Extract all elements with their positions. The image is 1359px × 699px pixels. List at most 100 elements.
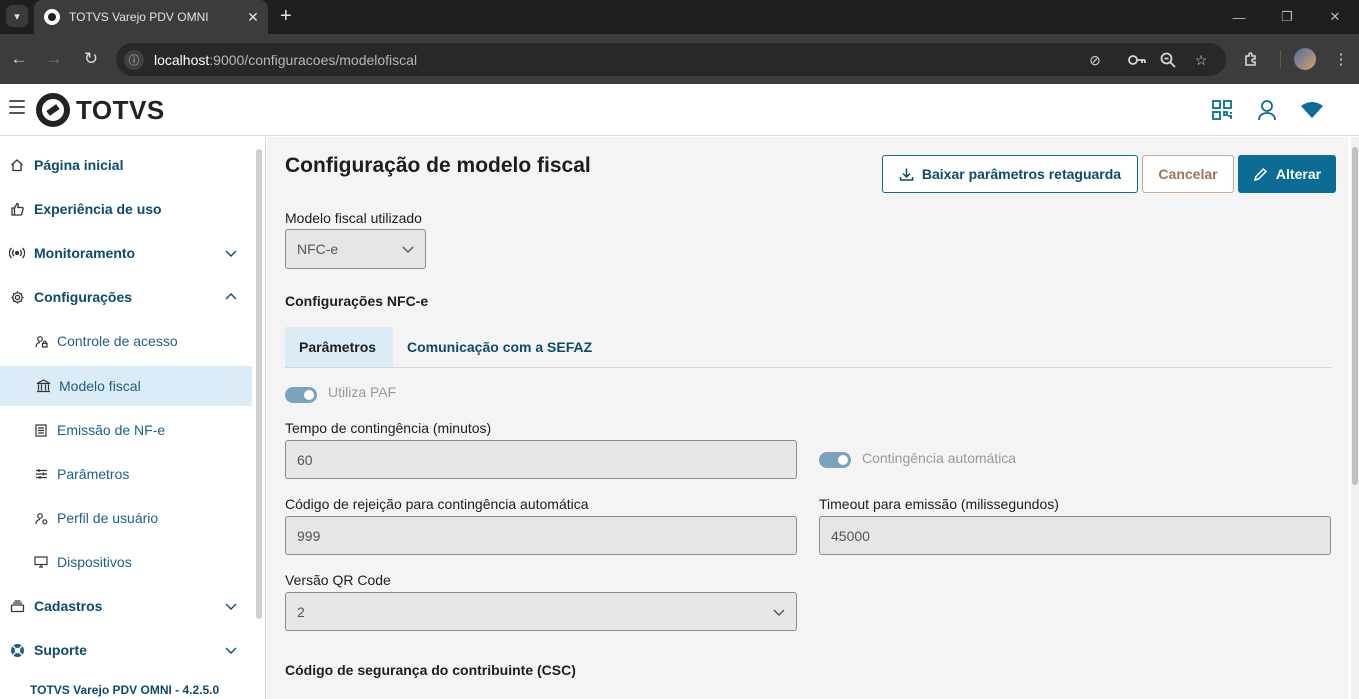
download-params-label: Baixar parâmetros retaguarda bbox=[921, 166, 1122, 182]
main-content: Configuração de modelo fiscal Baixar par… bbox=[267, 137, 1348, 699]
tab-comunicacao-sefaz[interactable]: Comunicação com a SEFAZ bbox=[393, 327, 606, 367]
sidebar-item-cadastros[interactable]: Cadastros bbox=[0, 586, 252, 626]
sidebar-item-label: Suporte bbox=[34, 642, 87, 658]
broadcast-icon bbox=[9, 245, 25, 261]
versao-qr-value: 2 bbox=[297, 603, 305, 620]
download-icon bbox=[899, 167, 914, 182]
sidebar-item-label: Configurações bbox=[34, 289, 133, 305]
key-icon[interactable] bbox=[1126, 49, 1148, 71]
timeout-label: Timeout para emissão (milissegundos) bbox=[819, 496, 1059, 512]
sidebar-item-parametros[interactable]: Parâmetros bbox=[0, 454, 252, 494]
cancel-button[interactable]: Cancelar bbox=[1142, 155, 1234, 193]
chevron-up-icon[interactable] bbox=[224, 290, 238, 304]
logo-mark-icon bbox=[36, 93, 70, 127]
sidebar-item-configuracoes[interactable]: Configurações bbox=[0, 277, 252, 317]
sliders-icon bbox=[33, 466, 49, 482]
sidebar-item-label: Perfil de usuário bbox=[57, 510, 159, 526]
edit-button[interactable]: Alterar bbox=[1238, 155, 1336, 193]
chevron-down-icon[interactable] bbox=[224, 246, 238, 260]
contingencia-automatica-toggle[interactable] bbox=[819, 452, 851, 468]
chevron-down-icon[interactable] bbox=[224, 599, 238, 613]
site-info-icon[interactable]: ⓘ bbox=[124, 50, 144, 70]
blocked-icon[interactable]: ⊘ bbox=[1084, 49, 1106, 71]
sidebar-item-label: Dispositivos bbox=[57, 554, 132, 570]
lifebuoy-icon bbox=[9, 642, 25, 658]
sidebar-item-pagina-inicial[interactable]: Página inicial bbox=[0, 145, 252, 185]
menu-toggle-icon[interactable] bbox=[9, 100, 25, 114]
bank-icon bbox=[35, 378, 51, 394]
sidebar-item-label: Parâmetros bbox=[57, 466, 130, 482]
url-host: localhost bbox=[154, 52, 210, 68]
toolbar-separator bbox=[1280, 50, 1281, 68]
browser-toolbar: ← → ↻ ⓘ localhost:9000/configuracoes/mod… bbox=[0, 34, 1359, 84]
page-title: Configuração de modelo fiscal bbox=[285, 154, 591, 177]
codigo-rejeicao-input[interactable]: 999 bbox=[285, 516, 797, 555]
menu-dots-icon[interactable]: ⋮ bbox=[1328, 46, 1354, 72]
sidebar-item-label: Página inicial bbox=[34, 157, 124, 173]
close-window-icon[interactable]: ✕ bbox=[1311, 0, 1359, 34]
qr-code-icon[interactable] bbox=[1209, 97, 1235, 123]
tab-favicon-icon bbox=[44, 9, 60, 25]
tempo-contingencia-label: Tempo de contingência (minutos) bbox=[285, 420, 492, 436]
monitor-icon bbox=[33, 554, 49, 570]
restore-icon[interactable]: ❐ bbox=[1263, 0, 1311, 34]
sidebar-item-label: Experiência de uso bbox=[34, 201, 162, 217]
back-icon[interactable]: ← bbox=[6, 46, 32, 72]
download-params-button[interactable]: Baixar parâmetros retaguarda bbox=[882, 155, 1138, 193]
app-header: TOTVS bbox=[0, 84, 1359, 136]
section-csc-title: Código de segurança do contribuinte (CSC… bbox=[285, 662, 576, 678]
wifi-icon[interactable] bbox=[1299, 97, 1325, 123]
user-settings-icon bbox=[33, 510, 49, 526]
window-controls: — ❐ ✕ bbox=[1215, 0, 1359, 34]
address-bar[interactable]: ⓘ localhost:9000/configuracoes/modelofis… bbox=[116, 43, 1226, 76]
user-icon[interactable] bbox=[1254, 97, 1280, 123]
gear-icon bbox=[9, 289, 25, 305]
sidebar-item-perfil-usuario[interactable]: Perfil de usuário bbox=[0, 498, 252, 538]
thumb-up-icon bbox=[9, 201, 25, 217]
timeout-input[interactable]: 45000 bbox=[819, 516, 1331, 555]
tabs-row: Parâmetros Comunicação com a SEFAZ bbox=[285, 327, 1331, 368]
tab-title: TOTVS Varejo PDV OMNI bbox=[69, 10, 209, 24]
versao-qr-select[interactable]: 2 bbox=[285, 592, 797, 631]
sidebar-scrollbar[interactable] bbox=[256, 149, 262, 619]
browser-tab[interactable]: TOTVS Varejo PDV OMNI ✕ bbox=[34, 0, 268, 34]
logo-text: TOTVS bbox=[76, 94, 165, 125]
bookmark-star-icon[interactable]: ☆ bbox=[1190, 49, 1212, 71]
zoom-icon[interactable] bbox=[1157, 49, 1179, 71]
forward-icon[interactable]: → bbox=[41, 46, 67, 72]
profile-avatar[interactable] bbox=[1294, 48, 1316, 70]
utiliza-paf-toggle[interactable] bbox=[285, 387, 317, 403]
totvs-logo: TOTVS bbox=[36, 93, 165, 127]
main-scrollbar-thumb[interactable] bbox=[1352, 147, 1358, 485]
tempo-contingencia-input[interactable]: 60 bbox=[285, 440, 797, 479]
home-icon bbox=[9, 157, 25, 173]
browser-tab-bar: ▾ TOTVS Varejo PDV OMNI ✕ + — ❐ ✕ bbox=[0, 0, 1359, 34]
user-lock-icon bbox=[33, 333, 49, 349]
sidebar-item-dispositivos[interactable]: Dispositivos bbox=[0, 542, 252, 582]
sidebar-item-controle-acesso[interactable]: Controle de acesso bbox=[0, 321, 252, 361]
minimize-icon[interactable]: — bbox=[1215, 0, 1263, 34]
sidebar-item-label: Monitoramento bbox=[34, 245, 136, 261]
tab-close-icon[interactable]: ✕ bbox=[245, 9, 261, 26]
sidebar-item-label: Modelo fiscal bbox=[59, 378, 141, 394]
sidebar-item-experiencia[interactable]: Experiência de uso bbox=[0, 189, 252, 229]
sidebar-item-modelo-fiscal[interactable]: Modelo fiscal bbox=[0, 366, 252, 406]
sidebar-item-label: Cadastros bbox=[34, 598, 103, 614]
reload-icon[interactable]: ↻ bbox=[78, 46, 104, 72]
sidebar-item-suporte[interactable]: Suporte bbox=[0, 630, 252, 670]
chevron-down-icon[interactable] bbox=[224, 643, 238, 657]
main-scrollbar[interactable] bbox=[1351, 137, 1359, 699]
sidebar-item-monitoramento[interactable]: Monitoramento bbox=[0, 233, 252, 273]
sidebar-item-emissao-nfe[interactable]: Emissão de NF-e bbox=[0, 410, 252, 450]
extensions-icon[interactable] bbox=[1238, 46, 1264, 72]
tab-parametros[interactable]: Parâmetros bbox=[285, 327, 393, 367]
new-tab-button[interactable]: + bbox=[280, 5, 292, 27]
url-text: localhost:9000/configuracoes/modelofisca… bbox=[154, 52, 417, 68]
modelo-fiscal-select[interactable]: NFC-e bbox=[285, 229, 426, 269]
tab-search-button[interactable]: ▾ bbox=[6, 5, 28, 27]
modelo-fiscal-value: NFC-e bbox=[297, 241, 339, 257]
modelo-fiscal-label: Modelo fiscal utilizado bbox=[285, 210, 422, 226]
versao-qr-label: Versão QR Code bbox=[285, 572, 391, 588]
stack-icon bbox=[9, 598, 25, 614]
utiliza-paf-label: Utiliza PAF bbox=[328, 384, 397, 400]
